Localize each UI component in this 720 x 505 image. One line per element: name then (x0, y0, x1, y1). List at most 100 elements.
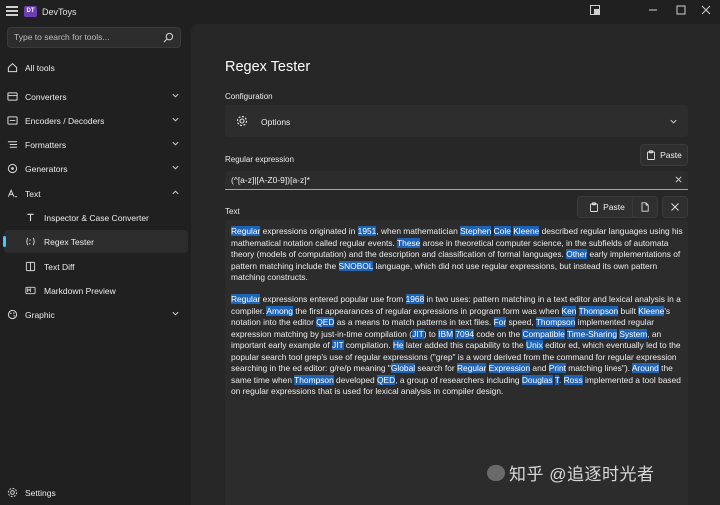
sidebar-item-label: Inspector & Case Converter (44, 213, 149, 223)
watermark-text: 知乎 @追逐时光者 (509, 465, 655, 484)
regex-match: Time-Sharing (567, 328, 617, 339)
text-paste-label: Paste (603, 202, 625, 212)
sidebar-item-inspector-case-converter[interactable]: Inspector & Case Converter (0, 206, 188, 229)
text-diff-icon (25, 261, 36, 272)
text-segment: , when mathematician (376, 226, 461, 236)
clear-text-button[interactable] (662, 196, 688, 218)
text-segment: . (558, 374, 564, 385)
sidebar-item-generators[interactable]: Generators (0, 157, 188, 180)
regex-match: Kleene (638, 305, 665, 316)
sidebar-item-all-tools[interactable]: All tools (0, 56, 188, 79)
regex-match: JIT (412, 328, 424, 339)
regex-match: Expression (488, 363, 531, 373)
converters-icon (7, 92, 18, 101)
options-expander[interactable]: Options (225, 105, 688, 137)
regex-paste-label: Paste (660, 150, 682, 160)
regex-match: JIT (332, 340, 344, 350)
watermark: 知乎 @追逐时光者 (487, 460, 654, 485)
generators-icon (7, 163, 18, 174)
hamburger-menu-icon[interactable] (6, 6, 18, 16)
regex-match: SNOBOL (338, 260, 374, 271)
title-bar: DT DevToys (0, 0, 720, 24)
text-icon (7, 189, 18, 198)
sidebar-item-text[interactable]: Text (0, 182, 188, 205)
sidebar-item-label: Converters (25, 92, 67, 102)
sidebar-item-encoders-decoders[interactable]: Encoders / Decoders (0, 109, 188, 132)
regex-match: Thompson (294, 374, 334, 385)
search-icon[interactable] (163, 32, 174, 43)
gear-icon (236, 115, 248, 127)
sidebar-item-regex-tester[interactable]: * Regex Tester (3, 230, 188, 253)
file-icon (641, 202, 649, 212)
regex-match: Around (631, 363, 659, 373)
text-segment: speed, (506, 317, 536, 327)
compact-overlay-icon[interactable] (581, 0, 609, 20)
text-segment: later added this capability to the (403, 340, 527, 350)
regex-input[interactable] (231, 175, 661, 185)
chevron-down-icon[interactable] (171, 309, 180, 318)
text-segment: search for (415, 363, 457, 373)
options-label: Options (261, 117, 291, 127)
tool-search-box[interactable] (7, 27, 181, 48)
sidebar-item-markdown-preview[interactable]: Markdown Preview (0, 279, 188, 302)
regex-match: Regular (231, 226, 261, 236)
text-segment: matching lines"). (565, 363, 632, 373)
clear-icon[interactable] (674, 175, 683, 184)
regex-match: These (397, 237, 421, 248)
sidebar-item-label: Graphic (25, 310, 55, 320)
maximize-icon[interactable] (667, 0, 695, 20)
sidebar-item-label: Generators (25, 164, 68, 174)
app-title: DevToys (42, 7, 77, 17)
tool-search-input[interactable] (14, 32, 164, 42)
regex-match: Cole (493, 226, 511, 236)
app-logo-icon: DT (24, 6, 37, 17)
close-window-icon[interactable] (692, 0, 720, 20)
regex-input-box[interactable] (225, 171, 688, 190)
chevron-up-icon[interactable] (171, 188, 180, 197)
regex-icon: * (26, 237, 35, 246)
regex-match: Global (390, 363, 416, 373)
sidebar-item-label: All tools (25, 63, 55, 73)
text-paste-button[interactable]: Paste (577, 196, 637, 218)
text-label: Text (225, 207, 240, 216)
sidebar-item-formatters[interactable]: Formatters (0, 133, 188, 156)
chevron-down-icon[interactable] (171, 115, 180, 124)
text-segment: developed (333, 374, 378, 385)
sidebar-item-label: Markdown Preview (44, 286, 116, 296)
regex-match: 7094 (455, 328, 475, 339)
minimize-icon[interactable] (639, 0, 667, 20)
chevron-down-icon[interactable] (171, 163, 180, 172)
devtoys-window: DT DevToys All tools Converters Encoders… (0, 0, 720, 505)
main-panel: Regex Tester Configuration Options Regul… (191, 24, 720, 505)
regex-match: Kleene (513, 226, 540, 236)
sidebar-item-text-diff[interactable]: Text Diff (0, 255, 188, 278)
regex-match: Other (566, 249, 588, 259)
regex-match: Thompson (535, 317, 576, 327)
chevron-down-icon[interactable] (171, 91, 180, 100)
regex-paste-button[interactable]: Paste (640, 144, 688, 166)
text-segment: expressions originated in (260, 226, 358, 236)
close-icon (671, 203, 679, 211)
text-segment: as a means to match patterns in text fil… (334, 317, 494, 327)
sidebar-item-graphic[interactable]: Graphic (0, 303, 188, 326)
graphic-icon (7, 309, 18, 320)
chevron-down-icon[interactable] (669, 117, 678, 126)
chevron-down-icon[interactable] (171, 139, 180, 148)
regex-match: Regular (231, 294, 261, 304)
regex-match: QED (316, 317, 335, 327)
sidebar-item-label: Encoders / Decoders (25, 116, 105, 126)
clipboard-icon (647, 150, 656, 160)
regex-match: Douglas (521, 374, 553, 385)
sidebar-item-converters[interactable]: Converters (0, 85, 188, 108)
regex-match: Unix (526, 340, 543, 350)
text-segment: the first appearances of regular express… (292, 305, 562, 316)
regex-match: 1951 (357, 226, 377, 236)
regex-match: System (619, 328, 648, 339)
text-segment: expressions entered popular use from (260, 294, 406, 304)
open-file-button[interactable] (632, 196, 658, 218)
sidebar-item-label: Text (25, 189, 41, 199)
regex-match: IBM (438, 328, 454, 339)
text-segment: ) to (423, 328, 439, 339)
sidebar-item-settings[interactable]: Settings (0, 481, 188, 504)
regex-match: Print (548, 363, 566, 373)
